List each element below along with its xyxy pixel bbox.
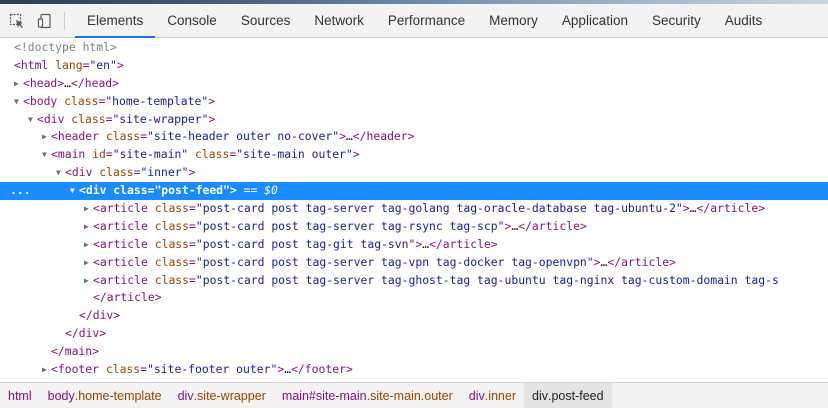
dom-node[interactable]: </main> [0,343,828,361]
collapsed-triangle-icon[interactable]: ▶ [84,254,93,272]
dom-node[interactable]: ▼ <body class="home-template"> [0,93,828,111]
collapsed-triangle-icon[interactable]: ▶ [14,75,23,93]
devtools-toolbar: Elements Console Sources Network Perform… [0,4,828,38]
device-toolbar-icon[interactable] [34,10,56,32]
breadcrumb-item[interactable]: html [0,383,40,408]
breadcrumb-tag: main#site-main [281,388,367,403]
breadcrumb-tag: div [532,388,548,403]
expanded-triangle-icon[interactable]: ▼ [56,164,65,182]
dom-node-markup: <article class="post-card post tag-serve… [93,272,779,287]
expanded-triangle-icon[interactable]: ▼ [14,93,23,111]
dom-tree: <!doctype html> <html lang="en"> ▶ <head>…<… [0,39,828,382]
collapsed-triangle-icon[interactable]: ▶ [84,218,93,236]
node-menu-dots-icon[interactable]: ... [10,182,31,200]
dom-node[interactable]: ▶ <article class="post-card post tag-git … [0,236,828,254]
dom-node-markup: <article class="post-card post tag-serve… [93,201,766,216]
tab-memory[interactable]: Memory [477,4,550,38]
breadcrumb-tag: div [468,388,485,403]
breadcrumb: html body .home-template div .site-wrapper ma… [0,382,828,408]
dom-node[interactable]: ▶ <article class="post-card post tag-serv… [0,272,828,290]
dom-node[interactable]: </div> [0,325,828,343]
dom-node[interactable]: ▶ <footer class="site-footer outer">…</fo… [0,361,828,379]
tab-network[interactable]: Network [302,4,376,38]
dom-node-markup: <article class="post-card post tag-git t… [93,236,498,251]
breadcrumb-class: .home-template [74,388,162,403]
tab-audits[interactable]: Audits [713,4,775,38]
dom-node[interactable]: </article> [0,289,828,307]
breadcrumb-item[interactable]: main#site-main .site-main.outer [274,383,461,408]
tab-console[interactable]: Console [155,4,229,38]
breadcrumb-tag: body [47,388,75,403]
breadcrumb-class: .inner [484,388,517,403]
dom-node[interactable]: ▶ <article class="post-card post tag-serv… [0,200,828,218]
dom-node-markup: <main id="site-main" class="site-main ou… [51,147,360,162]
dom-node-markup: <body class="home-template"> [23,93,216,108]
breadcrumb-tag: div [177,388,194,403]
toolbar-divider [64,11,65,30]
tab-elements[interactable]: Elements [75,4,156,38]
dom-node-markup: <div class="inner"> [65,165,196,180]
breadcrumb-item[interactable]: div .post-feed [524,383,612,408]
expanded-triangle-icon[interactable]: ▼ [70,182,79,200]
select-element-icon[interactable] [6,10,28,32]
breadcrumb-item[interactable]: div .inner [461,383,524,408]
tab-application[interactable]: Application [550,4,640,38]
breadcrumb-class: .site-main.outer [366,388,453,403]
expanded-triangle-icon[interactable]: ▼ [28,111,37,129]
tab-performance[interactable]: Performance [376,4,477,38]
breadcrumb-class: .post-feed [548,388,604,403]
breadcrumb-tag: html [8,388,32,403]
dom-node[interactable]: <!doctype html> [0,39,828,57]
tab-security[interactable]: Security [640,4,713,38]
dom-node-markup: <div class="post-feed"> [79,183,237,198]
dom-node-markup: <html lang="en"> [14,57,124,72]
dom-node[interactable]: ▼ <div class="inner"> [0,164,828,182]
dom-node-markup: </article> [93,290,162,305]
collapsed-triangle-icon[interactable]: ▶ [84,200,93,218]
dom-node-markup: <footer class="site-footer outer">…</foo… [51,362,353,377]
dom-node-markup: </div> [79,308,121,323]
dom-node[interactable]: ▶ <article class="post-card post tag-serv… [0,218,828,236]
dom-node[interactable]: <html lang="en"> [0,57,828,75]
dom-node-markup: <!doctype html> [14,40,117,54]
dom-node[interactable]: ▶ <header class="site-header outer no-cov… [0,128,828,146]
dom-node-markup: <header class="site-header outer no-cove… [51,129,415,144]
dom-node-markup: <div class="site-wrapper"> [37,111,216,126]
dom-node-markup: </main> [51,344,100,359]
breadcrumb-class: .site-wrapper [193,388,266,403]
dom-node-markup: <article class="post-card post tag-serve… [93,218,587,233]
breadcrumb-item[interactable]: div .site-wrapper [170,383,274,408]
dom-node-markup: <article class="post-card post tag-serve… [93,254,676,269]
expanded-triangle-icon[interactable]: ▼ [42,146,51,164]
dom-node[interactable]: ▼ <main id="site-main" class="site-main o… [0,146,828,164]
dom-node[interactable]: ▶ <article class="post-card post tag-serv… [0,254,828,272]
collapsed-triangle-icon[interactable]: ▶ [84,236,93,254]
tab-sources[interactable]: Sources [229,4,303,38]
dom-node-markup: </div> [65,326,107,341]
breadcrumb-item[interactable]: body .home-template [40,383,170,408]
collapsed-triangle-icon[interactable]: ▶ [42,128,51,146]
dom-node-selected[interactable]: ... ▼ <div class="post-feed"> == $0 [0,182,828,201]
dom-node[interactable]: </div> [0,307,828,325]
selected-node-marker: == $0 [236,183,278,198]
collapsed-triangle-icon[interactable]: ▶ [84,272,93,290]
collapsed-triangle-icon[interactable]: ▶ [42,361,51,379]
dom-node-markup: <head>…</head> [23,75,120,90]
dom-node[interactable]: ▼ <div class="site-wrapper"> [0,111,828,129]
dom-node[interactable]: ▶ <head>…</head> [0,75,828,93]
